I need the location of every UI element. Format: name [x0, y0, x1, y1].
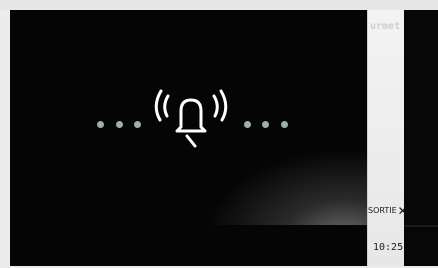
- brand-logo: urmet: [370, 21, 401, 32]
- ringing-bell-icon: [152, 86, 230, 156]
- progress-dot-left-1: [97, 121, 104, 128]
- progress-dot-right-1: [244, 121, 251, 128]
- secondary-screen-divider: [404, 225, 438, 227]
- top-bezel: [0, 0, 438, 10]
- exit-button[interactable]: SORTIE ✕: [368, 203, 408, 218]
- progress-dot-right-3: [281, 121, 288, 128]
- exit-button-label: SORTIE: [368, 206, 397, 215]
- clock-time: 10:25: [373, 242, 404, 253]
- side-control-panel: [367, 10, 405, 266]
- progress-dot-right-2: [262, 121, 269, 128]
- call-screen-bottom: [10, 225, 367, 266]
- x-icon: ✕: [397, 203, 408, 218]
- intercom-frame: urmet SORTIE ✕ 10:25: [0, 0, 438, 268]
- progress-dot-left-3: [134, 121, 141, 128]
- progress-dot-left-2: [116, 121, 123, 128]
- secondary-screen: [404, 10, 438, 266]
